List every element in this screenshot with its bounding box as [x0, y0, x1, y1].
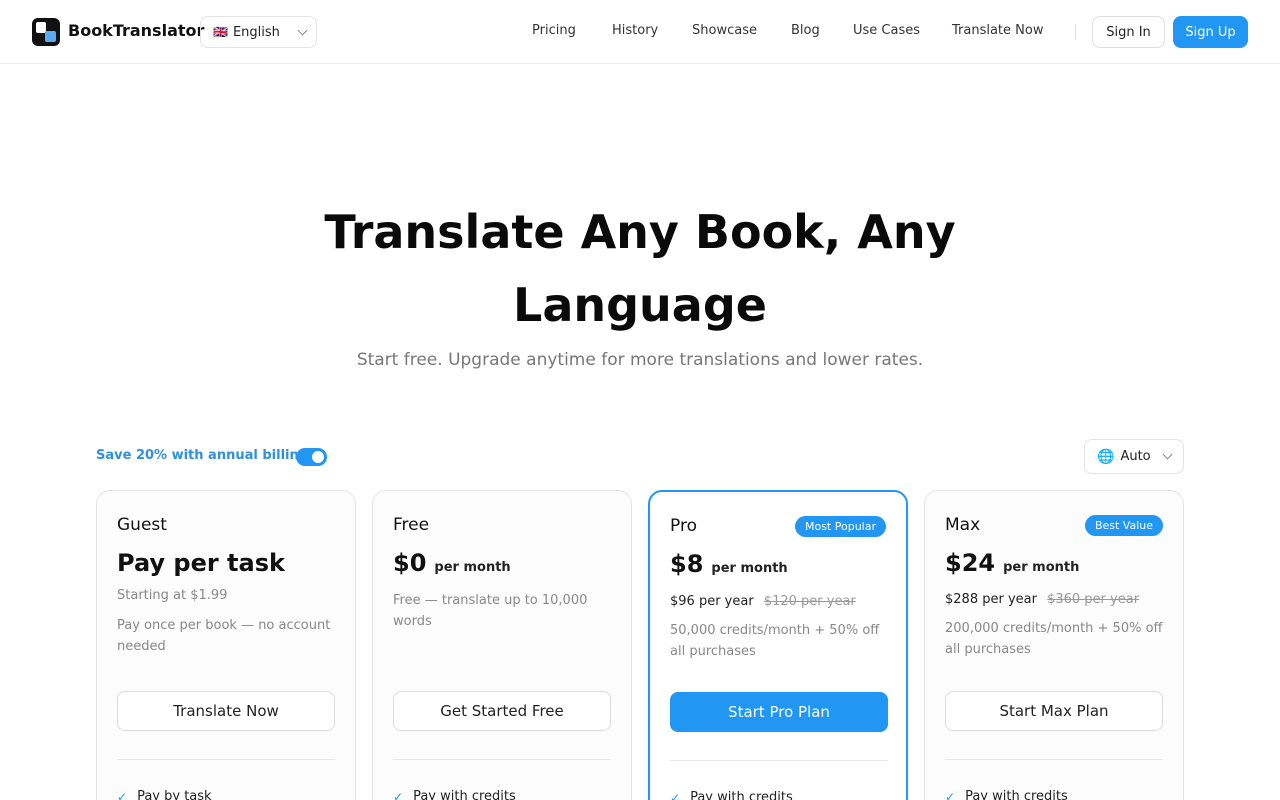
plan-description: 200,000 credits/month + 50% off all purc… [945, 621, 1163, 657]
uk-flag-icon: 🇬🇧 [213, 25, 228, 39]
yearly-price-row: $288 per year $360 per year [945, 592, 1139, 607]
plan-name: Pro [670, 516, 697, 536]
yearly-price-row: $96 per year $120 per year [670, 594, 856, 609]
annual-billing-label: Save 20% with annual billing [96, 448, 309, 463]
plan-price: $8 [670, 550, 704, 578]
plan-card-pro: Pro Most Popular $8 per month $96 per ye… [648, 490, 908, 800]
plan-name: Max [945, 515, 981, 535]
nav-history[interactable]: History [612, 23, 658, 38]
language-select[interactable]: 🇬🇧 English [200, 16, 317, 48]
nav-pricing[interactable]: Pricing [532, 23, 576, 38]
feature-item: ✓ Pay by task [117, 789, 212, 800]
feature-label: Pay with credits [965, 789, 1068, 800]
plan-card-free: Free $0 per month Free — translate up to… [372, 490, 632, 800]
nav-divider [1075, 24, 1076, 40]
booktranslator-logo-icon[interactable] [32, 18, 60, 46]
plan-price: Pay per task [117, 549, 285, 577]
yearly-original-price: $360 per year [1047, 592, 1140, 607]
feature-item: ✓ Pay with credits [393, 789, 516, 800]
check-icon: ✓ [670, 790, 681, 800]
chevron-down-icon [1162, 449, 1173, 460]
plan-description: Free — translate up to 10,000 words [393, 593, 588, 629]
card-divider [670, 760, 888, 761]
plan-price-period: per month [711, 561, 788, 576]
check-icon: ✓ [117, 789, 128, 800]
price-row: $0 per month [393, 549, 511, 577]
feature-label: Pay with credits [690, 790, 793, 800]
check-icon: ✓ [393, 789, 404, 800]
plan-name: Free [393, 515, 430, 535]
page-title: Translate Any Book, Any Language [324, 205, 956, 332]
globe-icon: 🌐 [1097, 448, 1115, 465]
price-row: $24 per month [945, 549, 1079, 577]
feature-item: ✓ Pay with credits [945, 789, 1068, 800]
sign-up-button[interactable]: Sign Up [1173, 16, 1248, 48]
plan-starting-price: Starting at $1.99 [117, 588, 228, 603]
start-max-plan-button[interactable]: Start Max Plan [945, 691, 1163, 731]
most-popular-badge: Most Popular [794, 516, 886, 537]
card-divider [945, 759, 1163, 760]
plan-price-period: per month [1003, 560, 1080, 575]
annual-billing-toggle[interactable] [296, 448, 327, 466]
plan-description: Pay once per book — no account needed [117, 618, 331, 654]
currency-select-label: Auto [1120, 449, 1151, 464]
feature-item: ✓ Pay with credits [670, 790, 793, 800]
plan-description: 50,000 credits/month + 50% off all purch… [670, 623, 880, 659]
nav-use-cases[interactable]: Use Cases [853, 23, 920, 38]
yearly-price: $96 per year [670, 594, 754, 609]
plan-price-period: per month [434, 560, 511, 575]
card-divider [393, 759, 611, 760]
card-divider [117, 759, 335, 760]
top-header: BookTranslator 🇬🇧 English Pricing Histor… [0, 0, 1280, 64]
plan-card-guest: Guest Pay per task Starting at $1.99 Pay… [96, 490, 356, 800]
plan-name: Guest [117, 515, 167, 535]
toggle-knob [312, 451, 324, 463]
plan-price: $24 [945, 549, 996, 577]
sign-in-button[interactable]: Sign In [1092, 16, 1165, 48]
feature-label: Pay with credits [413, 789, 516, 800]
plan-price: $0 [393, 549, 427, 577]
get-started-free-button[interactable]: Get Started Free [393, 691, 611, 731]
nav-translate-now[interactable]: Translate Now [952, 23, 1043, 38]
yearly-original-price: $120 per year [763, 594, 856, 609]
currency-select[interactable]: 🌐 Auto [1084, 439, 1184, 474]
check-icon: ✓ [945, 789, 956, 800]
price-row: $8 per month [670, 550, 788, 578]
brand-name[interactable]: BookTranslator [68, 21, 204, 40]
page-subtitle: Start free. Upgrade anytime for more tra… [356, 350, 924, 370]
nav-blog[interactable]: Blog [791, 23, 820, 38]
plan-card-max: Max Best Value $24 per month $288 per ye… [924, 490, 1184, 800]
logo-page-shape [45, 31, 56, 42]
translate-now-button[interactable]: Translate Now [117, 691, 335, 731]
best-value-badge: Best Value [1084, 515, 1163, 536]
language-select-label: English [232, 24, 280, 40]
start-pro-plan-button[interactable]: Start Pro Plan [670, 692, 888, 732]
feature-label: Pay by task [137, 789, 212, 800]
chevron-down-icon [297, 25, 308, 35]
nav-showcase[interactable]: Showcase [692, 23, 757, 38]
yearly-price: $288 per year [945, 592, 1037, 607]
price-row: Pay per task [117, 549, 285, 577]
